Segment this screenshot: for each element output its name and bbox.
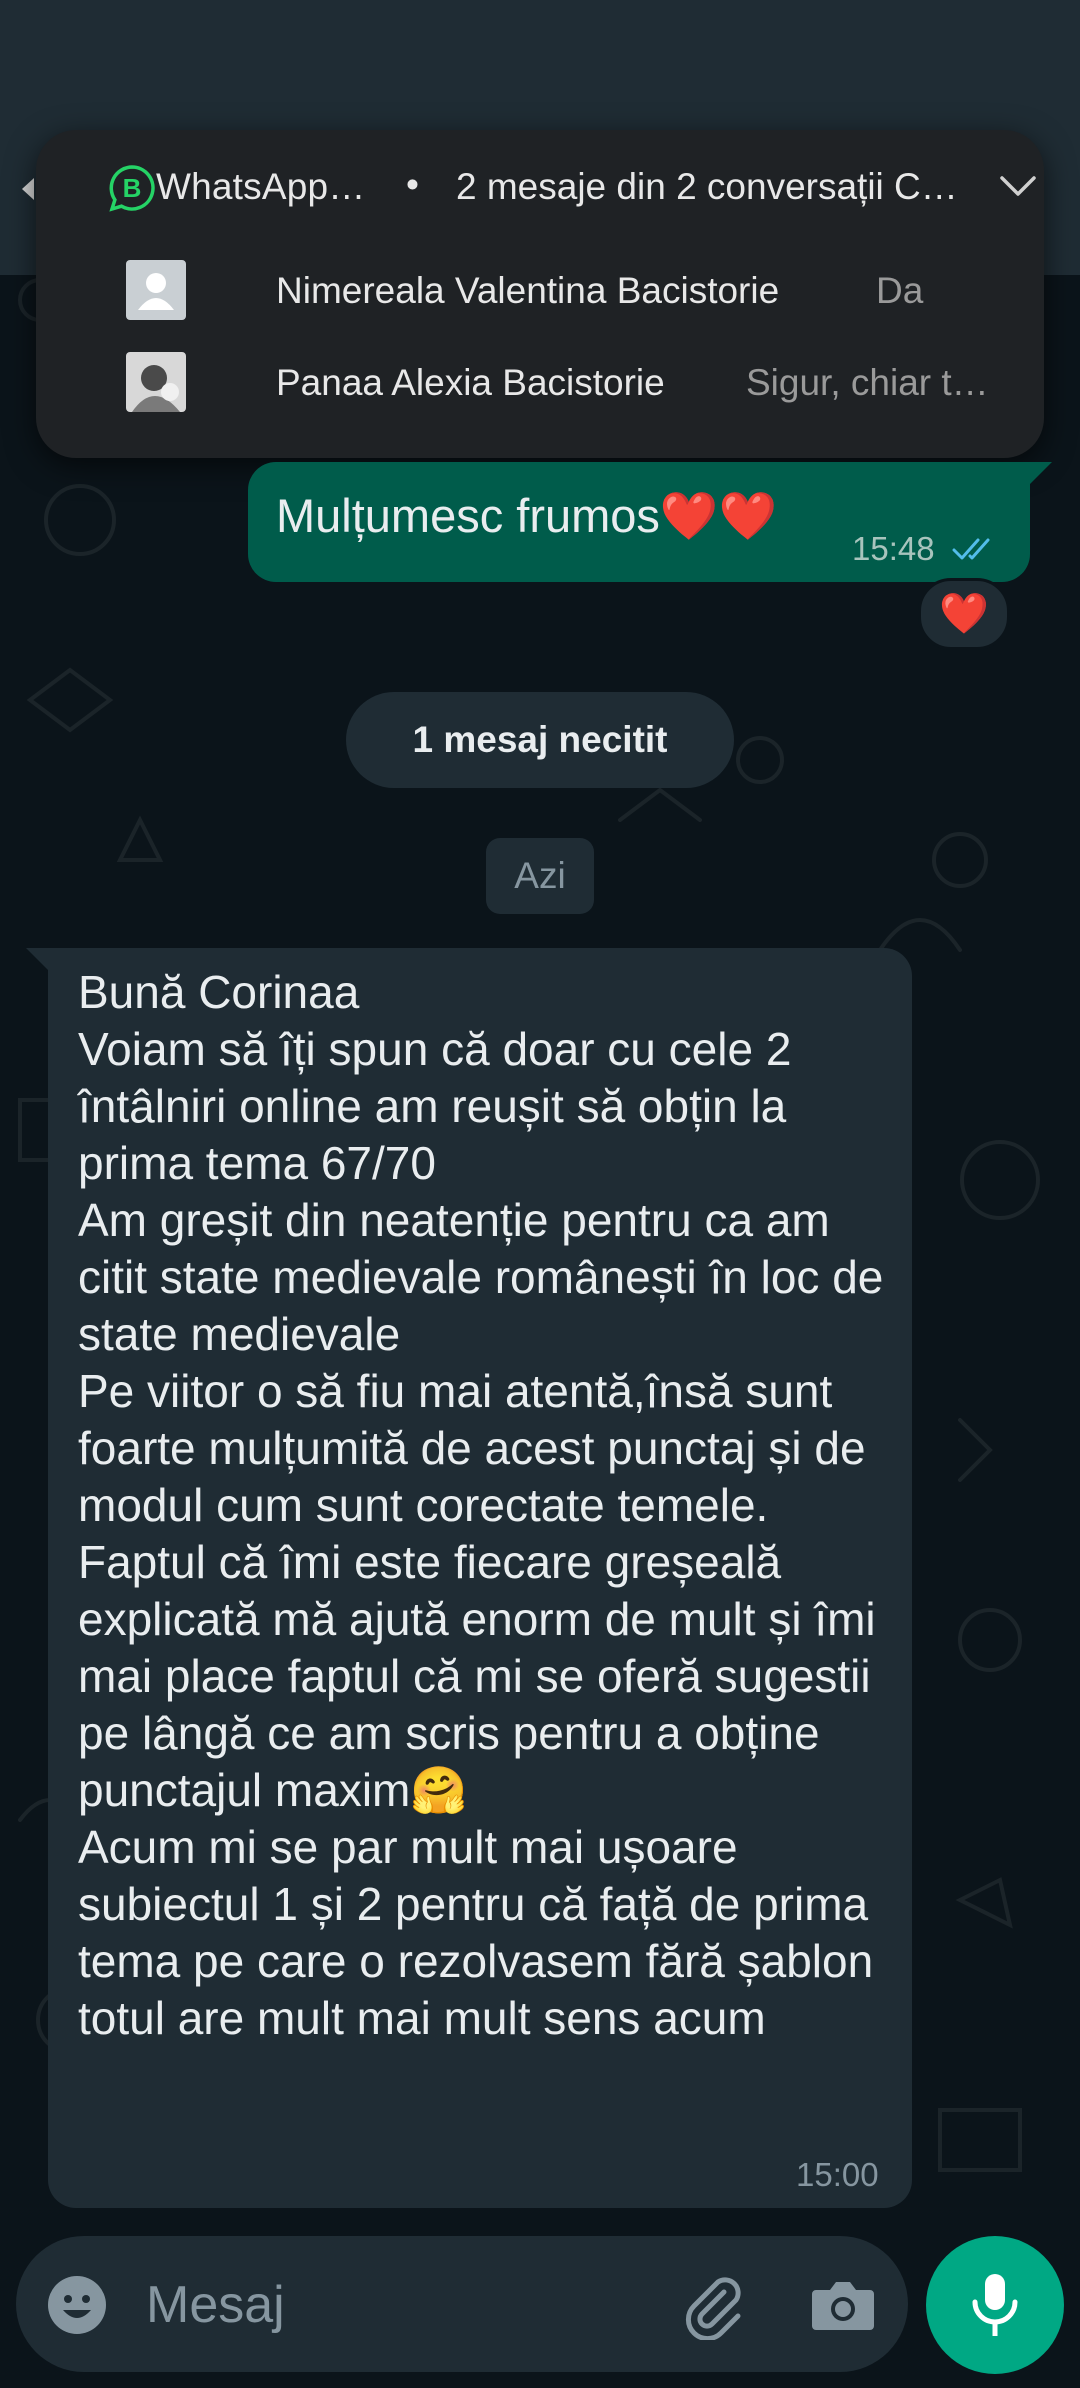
notification-sender-name: Nimereala Valentina Bacistorie <box>276 270 780 311</box>
collapse-notification-arrow[interactable] <box>22 178 34 200</box>
notification-sender-name: Panaa Alexia Bacistorie <box>276 362 665 403</box>
unread-messages-banner: 1 mesaj necitit <box>346 692 734 788</box>
incoming-message[interactable]: Bună Corinaa Voiam să îți spun că doar c… <box>48 948 912 2208</box>
notification-summary: 2 mesaje din 2 conversații C… <box>456 166 958 207</box>
message-time: 15:48 <box>852 530 935 567</box>
notification-app-name: WhatsApp… <box>156 166 366 207</box>
bubble-tail <box>26 948 50 972</box>
notification-conversation-2[interactable]: Panaa Alexia Bacistorie Sigur, chiar t… <box>36 352 1044 422</box>
whatsapp-business-icon: B <box>109 165 155 212</box>
date-separator: Azi <box>486 838 594 914</box>
svg-text:B: B <box>123 173 142 203</box>
outgoing-message[interactable]: Mulțumesc frumos❤️❤️ 15:48 <box>248 462 1030 582</box>
message-text: Bună Corinaa Voiam să îți spun că doar c… <box>78 966 884 2044</box>
message-input[interactable] <box>144 2266 668 2344</box>
default-avatar-icon <box>126 260 186 320</box>
double-check-read-icon <box>952 538 990 560</box>
message-text: Mulțumesc frumos❤️❤️ <box>276 489 777 542</box>
notification-header: B WhatsApp… • 2 mesaje din 2 conversații… <box>72 164 1044 220</box>
notification-card[interactable]: B WhatsApp… • 2 mesaje din 2 conversații… <box>36 130 1044 458</box>
notification-message-preview: Sigur, chiar t… <box>746 362 989 403</box>
avatar <box>126 352 186 412</box>
voice-message-button[interactable] <box>926 2236 1064 2374</box>
bubble-tail <box>1028 462 1052 486</box>
notification-conversation-1[interactable]: Nimereala Valentina Bacistorie Da <box>36 260 1044 330</box>
message-time: 15:00 <box>796 2156 879 2193</box>
message-reaction[interactable]: ❤️ <box>918 578 1010 650</box>
chevron-down-icon[interactable] <box>998 172 1038 200</box>
message-composer <box>16 2236 908 2372</box>
microphone-icon <box>972 2274 1018 2336</box>
emoji-icon[interactable] <box>46 2274 108 2336</box>
notification-separator: • <box>406 164 419 205</box>
notification-message-preview: Da <box>876 270 924 311</box>
camera-icon[interactable] <box>810 2276 876 2334</box>
paperclip-icon[interactable] <box>680 2272 748 2340</box>
